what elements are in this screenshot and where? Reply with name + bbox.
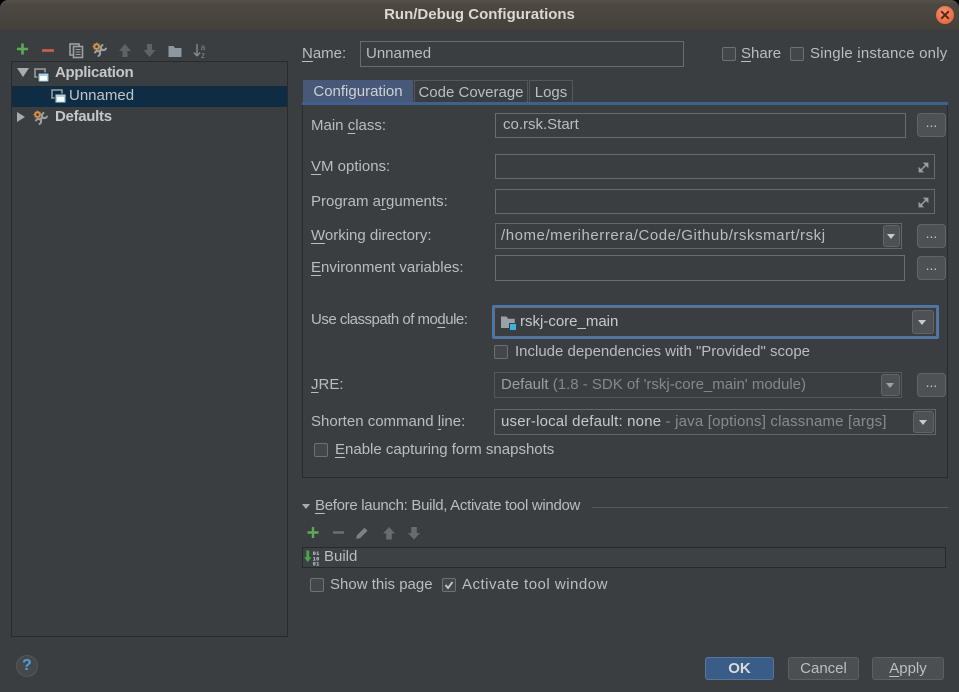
svg-text:01: 01 [313, 562, 320, 566]
svg-text:z: z [201, 51, 205, 59]
